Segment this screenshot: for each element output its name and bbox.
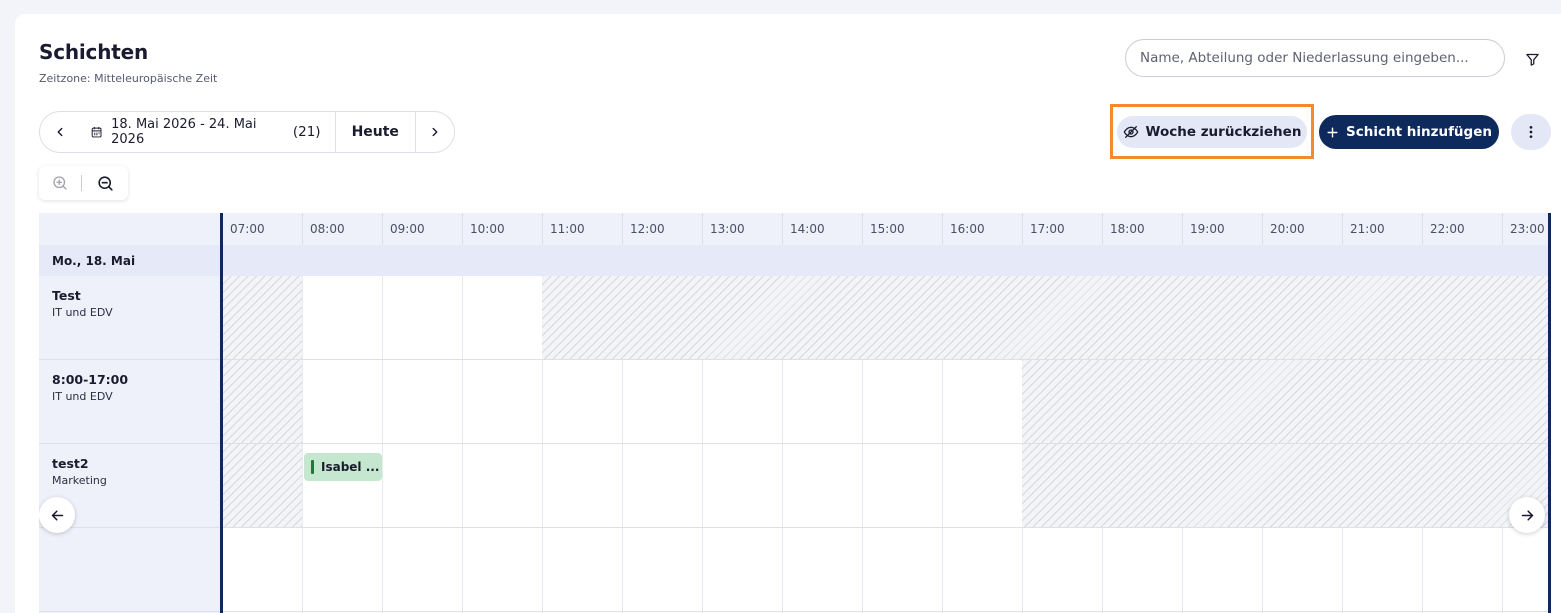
more-vertical-icon — [1529, 126, 1533, 138]
assignment-name: Isabel ... — [321, 460, 380, 474]
hour-label: 21:00 — [1350, 222, 1385, 236]
page-title: Schichten — [39, 40, 149, 64]
row-divider — [39, 527, 1551, 528]
hour-divider — [702, 213, 703, 245]
shift-timeline: 07:00 08:00 09:00 10:00 11:00 12:00 13:00 14:00… — [39, 213, 1551, 613]
row-divider — [39, 611, 1551, 612]
arrow-right-icon — [1521, 509, 1533, 521]
unavailable-block — [542, 276, 1551, 359]
date-range-label: 18. Mai 2026 - 24. Mai 2026 — [111, 117, 257, 147]
hour-divider — [782, 213, 783, 245]
retract-week-button[interactable]: Woche zurückziehen — [1117, 116, 1307, 148]
week-boundary-line — [1548, 213, 1551, 613]
timezone-label: Zeitzone: Mitteleuropäische Zeit — [39, 72, 218, 85]
hour-header: 07:00 08:00 09:00 10:00 11:00 12:00 13:00 14:00… — [222, 213, 1551, 245]
hour-divider — [1262, 213, 1263, 245]
corner-cell — [39, 213, 221, 245]
hour-label: 07:00 — [230, 222, 265, 236]
hour-label: 18:00 — [1110, 222, 1145, 236]
hour-divider — [1102, 213, 1103, 245]
today-button[interactable]: Heute — [336, 112, 416, 152]
previous-week-button[interactable] — [40, 112, 80, 152]
hour-divider — [862, 213, 863, 245]
day-label: Mo., 18. Mai — [52, 254, 136, 268]
hour-label: 17:00 — [1030, 222, 1065, 236]
hour-gridline — [462, 276, 463, 613]
hour-divider — [542, 213, 543, 245]
zoom-in-icon — [53, 176, 67, 190]
add-shift-label: Schicht hinzufügen — [1346, 124, 1492, 140]
hour-label: 15:00 — [870, 222, 905, 236]
hour-label: 19:00 — [1190, 222, 1225, 236]
unavailable-block — [222, 360, 302, 443]
hour-label: 13:00 — [710, 222, 745, 236]
hour-gridline — [382, 276, 383, 613]
hour-divider — [622, 213, 623, 245]
hour-divider — [462, 213, 463, 245]
hour-label: 10:00 — [470, 222, 505, 236]
hour-gridline — [302, 276, 303, 613]
add-shift-button[interactable]: Schicht hinzufügen — [1319, 115, 1499, 149]
shift-department: IT und EDV — [52, 306, 113, 319]
shift-department: Marketing — [52, 474, 107, 487]
hour-label: 16:00 — [950, 222, 985, 236]
date-navigator: 18. Mai 2026 - 24. Mai 2026 (21) Heute — [39, 111, 455, 153]
hour-divider — [1182, 213, 1183, 245]
hour-label: 09:00 — [390, 222, 425, 236]
hour-divider — [942, 213, 943, 245]
hour-label: 08:00 — [310, 222, 345, 236]
timeline-lanes — [222, 276, 1551, 613]
chevron-left-icon — [57, 127, 63, 137]
more-options-button[interactable] — [1511, 114, 1551, 150]
shift-label-column — [39, 276, 221, 613]
shift-count: (21) — [292, 124, 321, 140]
hour-label: 14:00 — [790, 222, 825, 236]
shift-name: test2 — [52, 456, 89, 471]
shift-name: 8:00-17:00 — [52, 372, 129, 387]
plus-icon — [1327, 126, 1338, 138]
retract-week-label: Woche zurückziehen — [1145, 124, 1302, 140]
hour-divider — [1422, 213, 1423, 245]
date-range-picker[interactable]: 18. Mai 2026 - 24. Mai 2026 (21) — [80, 112, 336, 152]
filter-icon — [1525, 53, 1539, 66]
scroll-right-button[interactable] — [1509, 497, 1545, 533]
day-band — [39, 245, 1551, 276]
hour-divider — [302, 213, 303, 245]
zoom-controls — [39, 166, 128, 200]
unavailable-block — [1022, 360, 1551, 443]
hour-divider — [382, 213, 383, 245]
calendar-icon — [91, 127, 102, 138]
hour-label: 20:00 — [1270, 222, 1305, 236]
next-week-button[interactable] — [416, 112, 454, 152]
shift-department: IT und EDV — [52, 390, 113, 403]
zoom-out-icon — [97, 175, 113, 191]
hour-label: 12:00 — [630, 222, 665, 236]
chip-status-bar — [311, 460, 314, 474]
shift-assignment-chip[interactable]: Isabel ... — [304, 453, 382, 481]
scroll-left-button[interactable] — [39, 497, 75, 533]
shift-name: Test — [52, 288, 81, 303]
hour-divider — [1502, 213, 1503, 245]
row-divider — [39, 443, 1551, 444]
unavailable-block — [1022, 444, 1551, 527]
unavailable-block — [222, 276, 302, 359]
filter-button[interactable] — [1521, 48, 1543, 70]
arrow-left-icon — [51, 509, 63, 521]
row-divider — [39, 359, 1551, 360]
search-input[interactable] — [1125, 39, 1505, 77]
eye-off-icon — [1123, 126, 1138, 138]
zoom-out-button[interactable] — [82, 166, 128, 200]
hour-divider — [1022, 213, 1023, 245]
zoom-in-button[interactable] — [39, 166, 81, 200]
unavailable-block — [222, 444, 302, 527]
week-boundary-line — [220, 213, 223, 613]
hour-label: 11:00 — [550, 222, 585, 236]
hour-divider — [1342, 213, 1343, 245]
chevron-right-icon — [432, 127, 438, 137]
hour-label: 22:00 — [1430, 222, 1465, 236]
hour-label: 23:00 — [1510, 222, 1545, 236]
